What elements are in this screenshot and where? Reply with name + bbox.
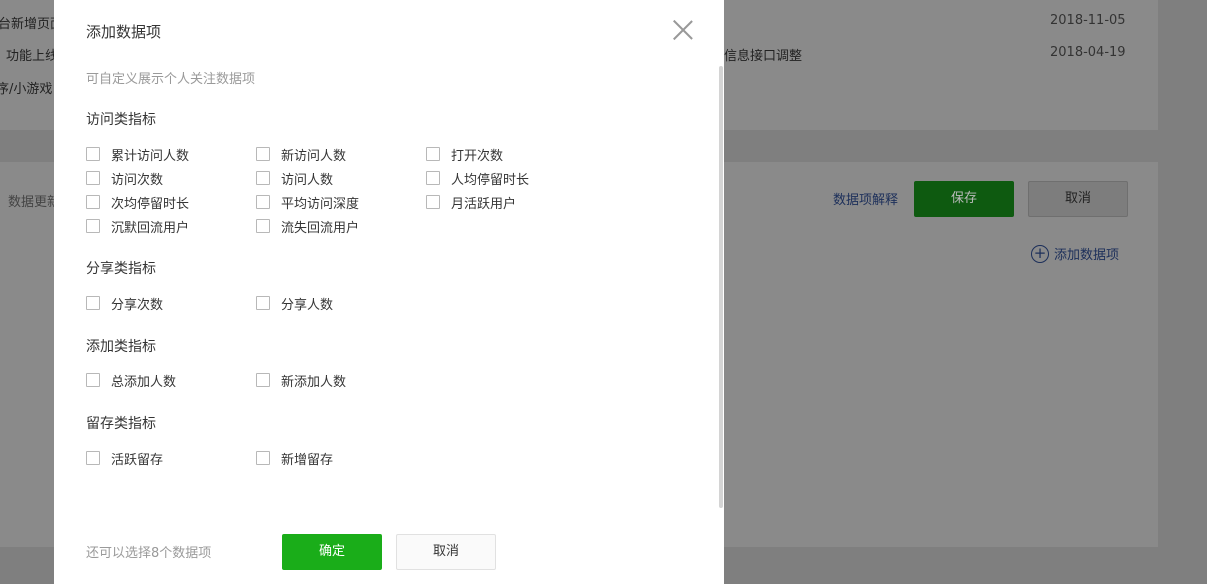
checkbox[interactable]	[86, 147, 100, 161]
dialog-title: 添加数据项	[86, 23, 162, 41]
checkbox[interactable]	[86, 195, 100, 209]
bg-row-2-middle: 信息接口调整	[724, 49, 803, 64]
dialog-description: 可自定义展示个人关注数据项	[86, 72, 256, 87]
checkbox-label: 打开次数	[451, 148, 504, 164]
checkbox-item[interactable]: 分享次数	[86, 295, 164, 313]
checkbox-label: 人均停留时长	[451, 172, 530, 188]
checkbox-label: 总添加人数	[111, 374, 177, 390]
checkbox-item[interactable]: 次均停留时长	[86, 194, 190, 212]
checkbox-label: 平均访问深度	[281, 196, 360, 212]
checkbox[interactable]	[256, 451, 270, 465]
checkbox-item[interactable]: 新增留存	[256, 450, 334, 468]
group-visit: 访问类指标 累计访问人数 新访问人数 打开次数 访问次数 访问人数 人均停留时长…	[86, 110, 529, 236]
checkbox-item[interactable]: 新添加人数	[256, 372, 347, 390]
checkbox[interactable]	[256, 147, 270, 161]
checkbox[interactable]	[256, 373, 270, 387]
checkbox-item[interactable]: 平均访问深度	[256, 194, 360, 212]
checkbox-item[interactable]: 访问人数	[256, 170, 334, 188]
checkbox-label: 月活跃用户	[451, 196, 517, 212]
bg-row-1-date: 2018-11-05	[1050, 13, 1126, 28]
checkbox[interactable]	[86, 373, 100, 387]
bg-row-2-date: 2018-04-19	[1050, 45, 1126, 60]
explain-link[interactable]: 数据项解释	[833, 189, 898, 208]
checkbox-item[interactable]: 总添加人数	[86, 372, 177, 390]
checkbox-item[interactable]: 累计访问人数	[86, 146, 190, 164]
checkbox-label: 分享次数	[111, 297, 164, 313]
checkbox[interactable]	[426, 195, 440, 209]
checkbox[interactable]	[86, 451, 100, 465]
checkbox[interactable]	[256, 195, 270, 209]
checkbox-label: 累计访问人数	[111, 148, 190, 164]
confirm-button[interactable]: 确定	[282, 534, 382, 570]
checkbox[interactable]	[256, 296, 270, 310]
bg-row-3-text: 序/小游戏	[0, 82, 53, 97]
plus-circle-icon: +	[1031, 244, 1049, 263]
bg-add-data-item-button[interactable]: + 添加数据项	[1031, 244, 1119, 263]
checkbox-label: 新添加人数	[281, 374, 347, 390]
checkbox[interactable]	[426, 147, 440, 161]
group-title: 访问类指标	[86, 112, 156, 128]
checkbox-label: 流失回流用户	[281, 220, 360, 236]
checkbox-item[interactable]: 访问次数	[86, 170, 164, 188]
bg-cancel-button[interactable]: 取消	[1028, 181, 1128, 217]
checkbox[interactable]	[86, 219, 100, 233]
checkbox[interactable]	[86, 296, 100, 310]
remaining-count-text: 还可以选择8个数据项	[86, 546, 212, 561]
checkbox-label: 访问人数	[281, 172, 334, 188]
group-add: 添加类指标 总添加人数 新添加人数	[86, 337, 346, 390]
bg-row-2-text: 功能上线	[6, 49, 59, 64]
checkbox-label: 次均停留时长	[111, 196, 190, 212]
checkbox[interactable]	[256, 171, 270, 185]
checkbox-label: 访问次数	[111, 172, 164, 188]
checkbox-item[interactable]: 人均停留时长	[426, 170, 530, 188]
add-data-item-dialog: 添加数据项 可自定义展示个人关注数据项 访问类指标 累计访问人数 新访问人数 打…	[54, 0, 724, 584]
checkbox-item[interactable]: 月活跃用户	[426, 194, 517, 212]
checkbox-label: 新增留存	[281, 452, 334, 468]
bg-add-label: 添加数据项	[1054, 248, 1120, 263]
close-icon[interactable]	[672, 19, 694, 41]
checkbox[interactable]	[86, 171, 100, 185]
checkbox[interactable]	[256, 219, 270, 233]
checkbox[interactable]	[426, 171, 440, 185]
checkbox-label: 新访问人数	[281, 148, 347, 164]
bg-save-button[interactable]: 保存	[914, 181, 1014, 217]
checkbox-item[interactable]: 沉默回流用户	[86, 218, 190, 236]
checkbox-label: 沉默回流用户	[111, 220, 190, 236]
group-title: 添加类指标	[86, 339, 156, 355]
cancel-button[interactable]: 取消	[396, 534, 496, 570]
group-title: 分享类指标	[86, 261, 156, 277]
checkbox-item[interactable]: 活跃留存	[86, 450, 164, 468]
checkbox-item[interactable]: 流失回流用户	[256, 218, 360, 236]
checkbox-item[interactable]: 分享人数	[256, 295, 334, 313]
scrollbar[interactable]	[719, 66, 723, 508]
checkbox-label: 活跃留存	[111, 452, 164, 468]
checkbox-item[interactable]: 新访问人数	[256, 146, 347, 164]
bg-section-label: 数据更新	[8, 195, 61, 210]
checkbox-item[interactable]: 打开次数	[426, 146, 504, 164]
group-retention: 留存类指标 活跃留存 新增留存	[86, 414, 333, 468]
group-share: 分享类指标 分享次数 分享人数	[86, 259, 333, 313]
group-title: 留存类指标	[86, 416, 156, 432]
checkbox-label: 分享人数	[281, 297, 334, 313]
